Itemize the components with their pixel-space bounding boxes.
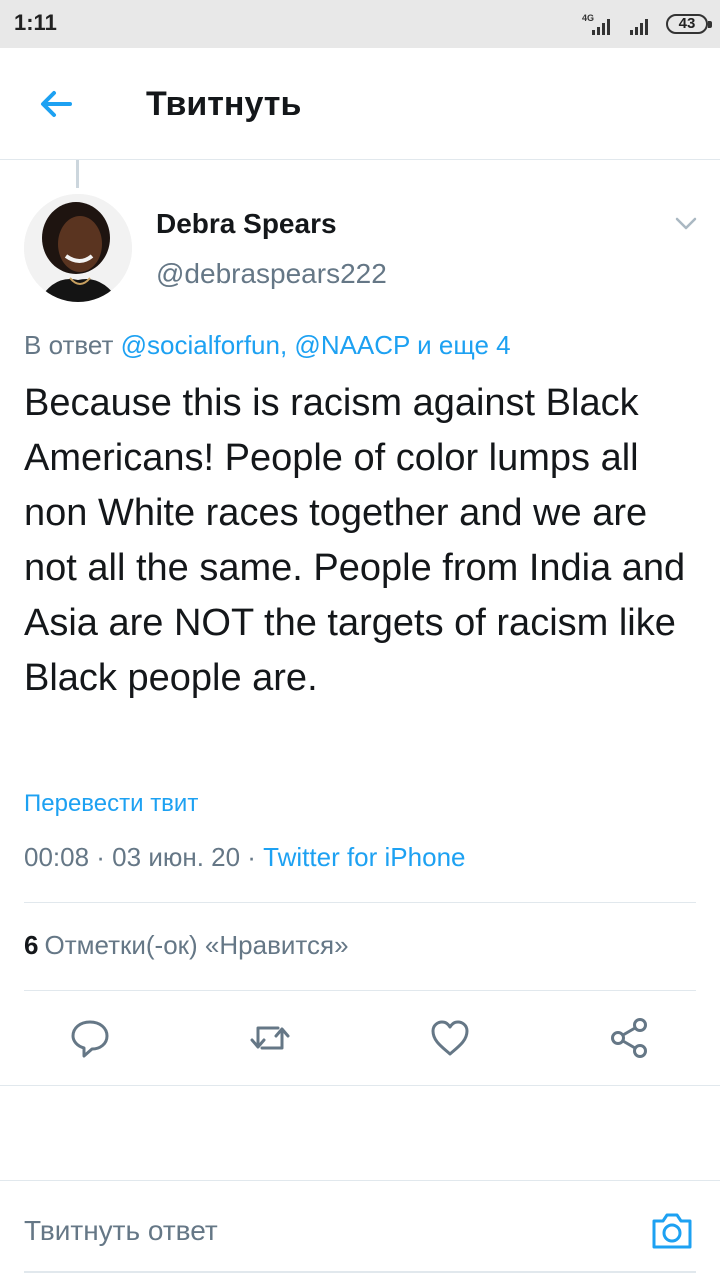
app-bar: Твитнуть xyxy=(0,48,720,160)
share-icon xyxy=(611,1018,647,1058)
back-arrow-icon xyxy=(41,91,72,117)
battery-icon: 43 xyxy=(666,14,712,34)
page-title: Твитнуть xyxy=(146,85,302,123)
retweet-button[interactable] xyxy=(248,1016,292,1060)
status-icons: 4G 43 xyxy=(578,12,712,36)
signal-icon xyxy=(630,19,648,35)
reply-input-underline xyxy=(24,1271,696,1273)
tweet-meta: 00:08 · 03 июн. 20 · Twitter for iPhone xyxy=(24,842,465,873)
reply-mentions-link[interactable]: @socialforfun, @NAACP и еще 4 xyxy=(121,330,511,360)
chevron-down-icon xyxy=(675,217,697,230)
divider xyxy=(24,990,696,991)
tweet-menu-button[interactable] xyxy=(672,212,700,234)
avatar-image xyxy=(24,194,132,302)
author-handle[interactable]: @debraspears222 xyxy=(156,258,387,290)
reply-button[interactable] xyxy=(68,1016,112,1060)
likes-label: Отметки(-ок) «Нравится» xyxy=(44,930,349,960)
tweet-source-link[interactable]: Twitter for iPhone xyxy=(263,842,465,872)
back-button[interactable] xyxy=(34,84,78,124)
heart-icon xyxy=(431,1020,469,1056)
reply-bar: Твитнуть ответ xyxy=(0,1180,720,1280)
tweet-timestamp: 00:08 · 03 июн. 20 · xyxy=(24,842,264,872)
action-bar xyxy=(0,1000,720,1086)
reply-icon xyxy=(71,1020,109,1058)
retweet-icon xyxy=(250,1026,290,1050)
status-bar: 1:11 4G 43 xyxy=(0,0,720,48)
likes-count: 6 xyxy=(24,930,39,960)
translate-tweet-link[interactable]: Перевести твит xyxy=(24,790,198,818)
divider xyxy=(24,902,696,903)
status-time: 1:11 xyxy=(14,10,57,35)
camera-icon xyxy=(652,1213,692,1249)
signal-4g-icon: 4G xyxy=(582,13,610,35)
author-name[interactable]: Debra Spears xyxy=(156,208,337,240)
svg-text:4G: 4G xyxy=(582,13,594,23)
share-button[interactable] xyxy=(608,1016,652,1060)
reply-to-line: В ответ @socialforfun, @NAACP и еще 4 xyxy=(24,330,511,361)
camera-button[interactable] xyxy=(648,1209,696,1253)
reply-input[interactable]: Твитнуть ответ xyxy=(24,1215,218,1247)
tweet-text: Because this is racism against Black Ame… xyxy=(24,382,686,699)
avatar[interactable] xyxy=(24,194,132,302)
like-button[interactable] xyxy=(428,1016,472,1060)
likes-summary[interactable]: 6 Отметки(-ок) «Нравится» xyxy=(24,930,349,961)
reply-prefix: В ответ xyxy=(24,330,114,360)
thread-connector-line xyxy=(76,160,79,188)
